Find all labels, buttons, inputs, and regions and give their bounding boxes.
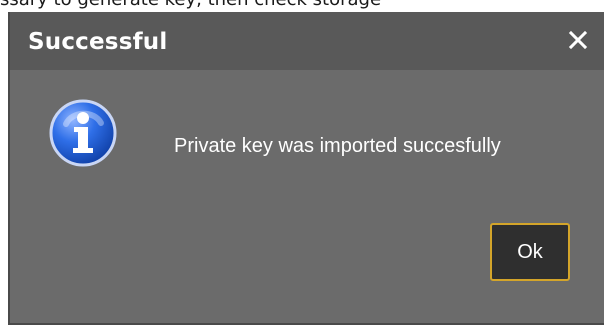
page: ssary to generate key, then check storag… <box>0 0 604 325</box>
info-icon <box>48 98 118 168</box>
dialog-titlebar: Successful <box>10 12 604 70</box>
dialog-message: Private key was imported succesfully <box>174 135 501 157</box>
success-dialog: Successful Private key was imported succ… <box>8 12 604 325</box>
ok-button[interactable]: Ok <box>490 223 570 281</box>
dialog-title: Successful <box>28 29 168 55</box>
close-icon[interactable] <box>566 28 590 52</box>
background-clipped-text: ssary to generate key, then check storag… <box>0 0 604 9</box>
